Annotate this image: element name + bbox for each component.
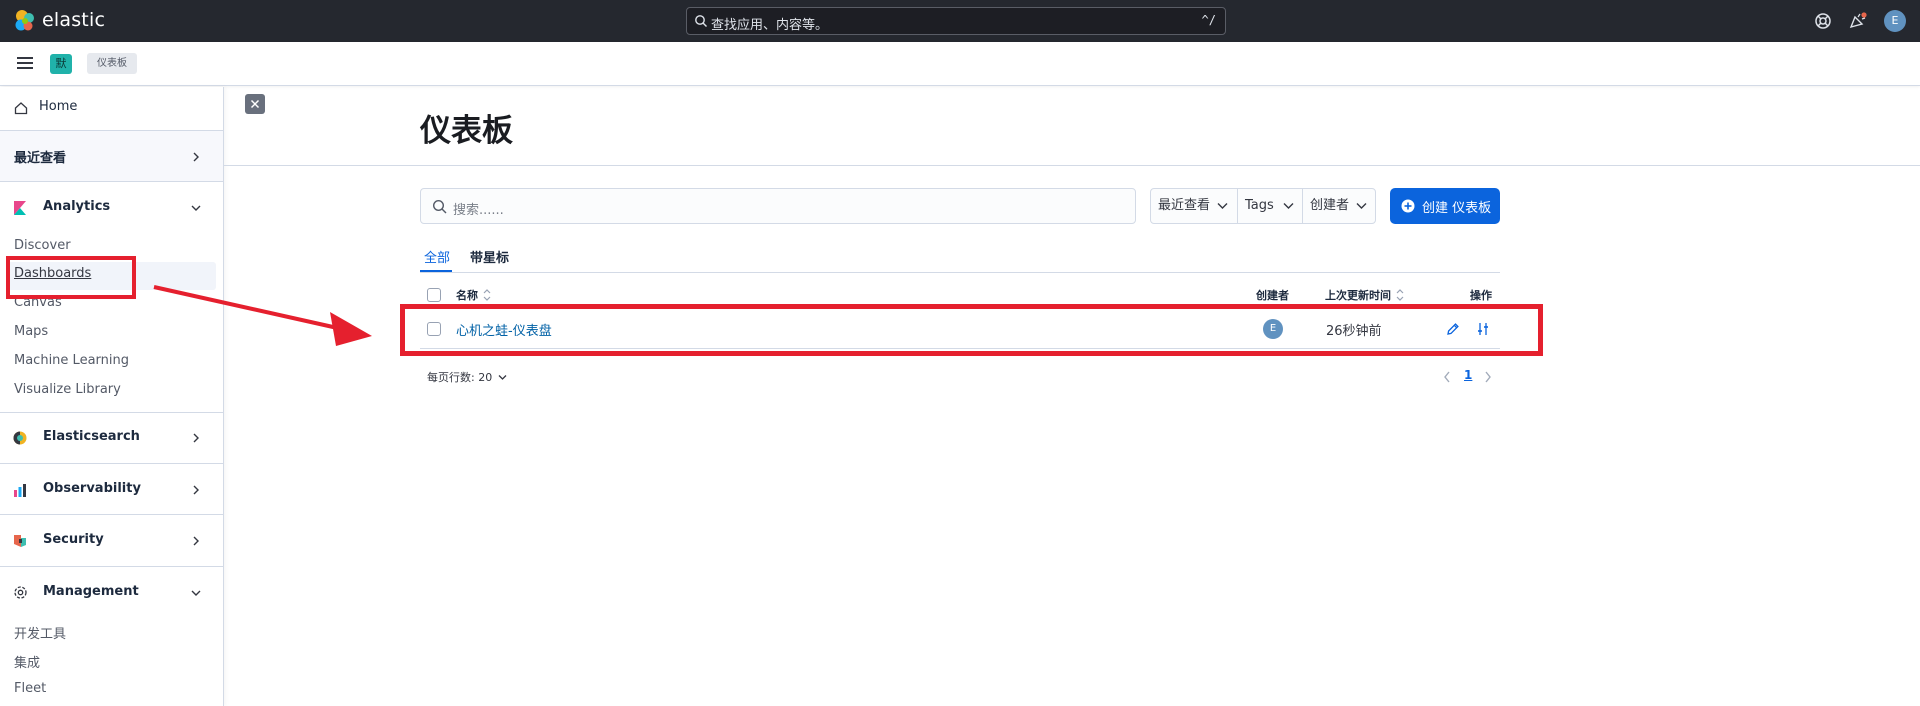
chevron-down-icon[interactable]	[1356, 202, 1367, 210]
sidebar-item-machine-learning[interactable]: Machine Learning	[14, 353, 129, 368]
select-all-checkbox[interactable]	[427, 288, 441, 302]
menu-toggle-icon[interactable]	[17, 57, 33, 69]
tags-filter-button[interactable]: Tags	[1245, 189, 1274, 223]
sidebar-security-label[interactable]: Security	[43, 532, 104, 547]
security-icon	[14, 535, 26, 547]
space-avatar[interactable]: 默	[50, 54, 72, 74]
chevron-left-icon[interactable]	[1443, 371, 1451, 383]
sidebar-item-integrations[interactable]: 集成	[14, 652, 40, 671]
chevron-right-icon[interactable]	[1484, 371, 1492, 383]
column-header-creator: 创建者	[1256, 289, 1289, 302]
chevron-down-icon[interactable]	[1283, 202, 1294, 210]
search-shortcut-hint: ^/	[1201, 13, 1216, 27]
close-icon	[250, 99, 260, 109]
sidebar-item-home[interactable]: Home	[39, 99, 77, 114]
divider	[1302, 189, 1303, 223]
tags-filter-label: Tags	[1245, 198, 1274, 213]
sort-filter-button[interactable]: 最近查看	[1158, 189, 1210, 223]
global-search-placeholder: 查找应用、内容等。	[711, 18, 829, 33]
side-nav: Home 最近查看 Analytics Discover Dashboards …	[0, 87, 224, 706]
tab-all[interactable]: 全部	[424, 247, 450, 266]
chevron-right-icon[interactable]	[191, 433, 201, 443]
gear-icon	[14, 586, 27, 599]
chevron-right-icon[interactable]	[191, 536, 201, 546]
sidebar-management-label[interactable]: Management	[43, 584, 139, 599]
divider	[0, 463, 223, 464]
annotation-arrow-icon	[153, 285, 372, 346]
elastic-logo-icon[interactable]	[13, 9, 37, 33]
column-header-actions: 操作	[1470, 289, 1492, 302]
sort-icon[interactable]	[1396, 289, 1404, 301]
divider	[0, 412, 223, 413]
chevron-down-icon[interactable]	[1217, 202, 1228, 210]
divider	[0, 181, 223, 182]
chevron-down-icon[interactable]	[191, 588, 201, 598]
creator-filter-label: 创建者	[1310, 198, 1350, 213]
filter-group: 最近查看 Tags 创建者	[1150, 188, 1376, 224]
column-header-name[interactable]: 名称	[456, 287, 478, 303]
breadcrumb-bar	[0, 42, 1920, 86]
sidebar-item-maps[interactable]: Maps	[14, 324, 48, 339]
chevron-down-icon[interactable]	[191, 203, 201, 213]
tabs-divider	[420, 272, 1500, 273]
sidebar-item-fleet[interactable]: Fleet	[14, 681, 46, 696]
plus-circle-icon	[1401, 199, 1415, 213]
news-feed-icon[interactable]	[1849, 12, 1867, 30]
search-icon	[695, 15, 707, 27]
user-avatar[interactable]: E	[1884, 10, 1906, 32]
create-dashboard-button[interactable]: 创建 仪表板	[1390, 188, 1500, 224]
tab-starred[interactable]: 带星标	[470, 247, 509, 266]
column-header-updated[interactable]: 上次更新时间	[1325, 287, 1391, 303]
elasticsearch-icon	[13, 431, 27, 445]
home-icon	[14, 102, 28, 115]
sidebar-recent-label[interactable]: 最近查看	[14, 147, 66, 166]
search-placeholder: 搜索......	[453, 203, 504, 218]
annotation-highlight-row	[400, 304, 1543, 356]
sidebar-observability-label[interactable]: Observability	[43, 481, 141, 496]
divider	[0, 566, 223, 567]
app-logo-text[interactable]: elastic	[42, 9, 105, 31]
header-divider	[224, 165, 1920, 166]
page-number-current[interactable]: 1	[1464, 368, 1472, 382]
annotation-highlight-sidebar	[6, 256, 136, 299]
close-nav-button[interactable]	[245, 94, 265, 114]
sort-filter-label: 最近查看	[1158, 198, 1211, 213]
create-dashboard-label: 创建 仪表板	[1422, 201, 1492, 216]
chevron-down-icon[interactable]	[498, 374, 507, 381]
breadcrumb-current: 仪表板	[87, 53, 137, 74]
sort-icon[interactable]	[483, 289, 491, 301]
observability-icon	[14, 484, 26, 497]
kibana-icon	[14, 201, 26, 215]
divider	[0, 514, 223, 515]
sidebar-analytics-label[interactable]: Analytics	[43, 199, 110, 214]
search-icon	[432, 199, 447, 214]
divider	[1237, 189, 1238, 223]
creator-filter-button[interactable]: 创建者	[1310, 189, 1349, 223]
sidebar-elasticsearch-label[interactable]: Elasticsearch	[43, 429, 140, 444]
top-header: elastic 查找应用、内容等。 ^/ E	[0, 0, 1920, 42]
sidebar-item-visualize-library[interactable]: Visualize Library	[14, 382, 121, 397]
global-search-input[interactable]: 查找应用、内容等。 ^/	[686, 7, 1226, 35]
sidebar-item-dev-tools[interactable]: 开发工具	[14, 623, 66, 642]
dashboard-search-input[interactable]: 搜索......	[420, 188, 1136, 224]
sidebar-item-discover[interactable]: Discover	[14, 238, 71, 253]
rows-per-page-button[interactable]: 每页行数: 20	[427, 369, 492, 385]
chevron-right-icon[interactable]	[191, 152, 201, 162]
help-icon[interactable]	[1814, 12, 1832, 30]
page-title: 仪表板	[420, 113, 513, 149]
chevron-right-icon[interactable]	[191, 485, 201, 495]
